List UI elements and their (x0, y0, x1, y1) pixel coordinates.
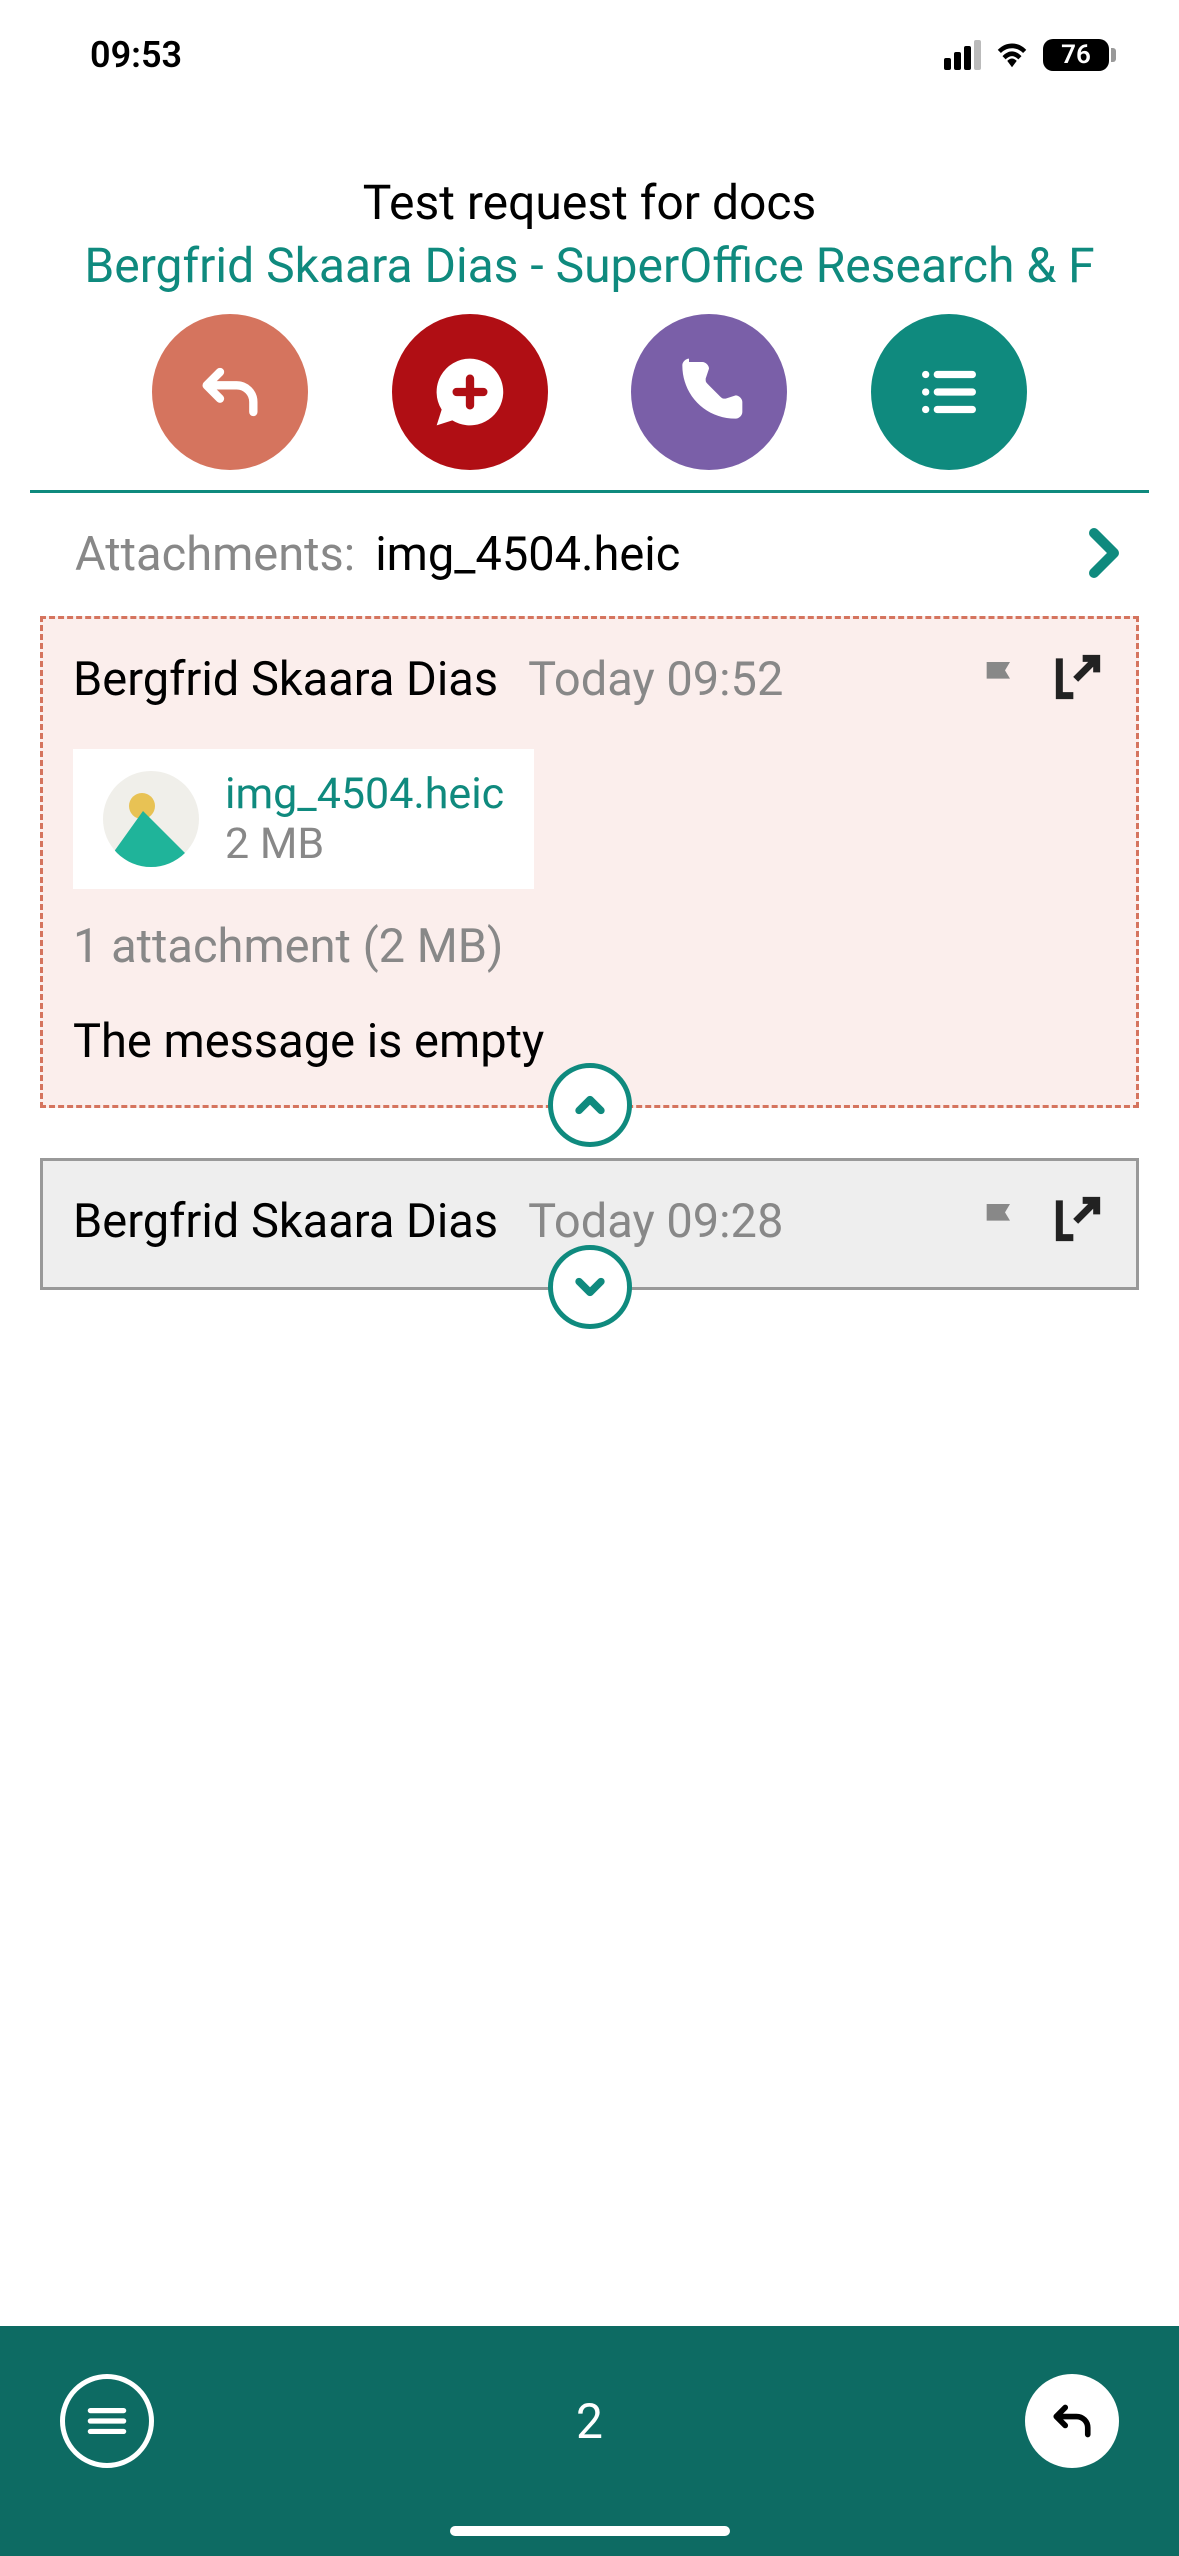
home-indicator[interactable] (450, 2526, 730, 2536)
add-comment-button[interactable] (392, 314, 548, 470)
sender-name: Bergfrid Skaara Dias (73, 652, 498, 707)
image-thumb-icon (103, 771, 199, 867)
chevron-right-icon[interactable] (1089, 528, 1119, 582)
message-body: The message is empty (73, 1014, 1106, 1069)
attachments-label: Attachments: (75, 527, 355, 582)
collapse-button[interactable] (548, 1063, 632, 1147)
signal-icon (944, 40, 981, 70)
attachments-row[interactable]: Attachments: img_4504.heic (0, 493, 1179, 616)
message-time: Today 09:52 (528, 652, 783, 707)
header: Test request for docs Bergfrid Skaara Di… (0, 174, 1179, 294)
menu-button[interactable] (60, 2374, 154, 2468)
chip-filename: img_4504.heic (225, 769, 504, 819)
back-button[interactable] (152, 314, 308, 470)
status-indicators: 76 (944, 38, 1109, 72)
message-count: 2 (576, 2393, 603, 2450)
action-row (30, 294, 1149, 493)
status-time: 09:53 (90, 34, 182, 76)
flag-icon[interactable] (980, 1199, 1020, 1243)
attachment-chip[interactable]: img_4504.heic 2 MB (73, 749, 534, 889)
attachment-summary: 1 attachment (2 MB) (73, 919, 1106, 974)
message-card-expanded: Bergfrid Skaara Dias Today 09:52 img_450… (40, 616, 1139, 1108)
attachments-filename: img_4504.heic (375, 527, 680, 582)
message-card-collapsed[interactable]: Bergfrid Skaara Dias Today 09:28 (40, 1158, 1139, 1290)
bottom-bar: 2 (0, 2326, 1179, 2556)
expand-icon[interactable] (1050, 1191, 1106, 1251)
call-button[interactable] (631, 314, 787, 470)
message-header: Bergfrid Skaara Dias Today 09:52 (73, 649, 1106, 709)
status-bar: 09:53 76 (0, 0, 1179, 110)
message-time: Today 09:28 (528, 1194, 783, 1249)
message-header: Bergfrid Skaara Dias Today 09:28 (73, 1191, 1106, 1251)
page-subtitle: Bergfrid Skaara Dias - SuperOffice Resea… (20, 237, 1159, 294)
expand-button[interactable] (548, 1245, 632, 1329)
chip-size: 2 MB (225, 819, 504, 869)
battery-icon: 76 (1043, 39, 1109, 71)
sender-name: Bergfrid Skaara Dias (73, 1194, 498, 1249)
flag-icon[interactable] (980, 657, 1020, 701)
reply-button[interactable] (1025, 2374, 1119, 2468)
list-button[interactable] (871, 314, 1027, 470)
wifi-icon (993, 38, 1031, 72)
expand-icon[interactable] (1050, 649, 1106, 709)
page-title: Test request for docs (20, 174, 1159, 231)
